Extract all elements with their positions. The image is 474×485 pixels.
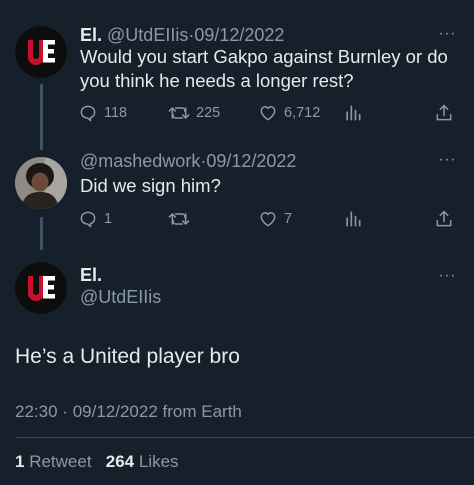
tweet-source: from Earth (162, 402, 242, 421)
more-icon[interactable]: ··· (439, 152, 456, 168)
reply-button[interactable]: 118 (78, 101, 127, 125)
analytics-button[interactable] (344, 207, 362, 231)
likes-stat[interactable]: 264 Likes (106, 452, 179, 471)
avatar-ue-logo[interactable] (15, 262, 67, 314)
separator: · (62, 402, 68, 421)
tweet-meta: 22:30 · 09/12/2022 from Earth (15, 402, 242, 422)
retweet-button[interactable]: 225 (168, 101, 220, 125)
likes-count: 264 (105, 452, 135, 471)
retweet-icon (168, 107, 190, 119)
like-button[interactable]: 7 (258, 207, 292, 231)
retweet-icon (168, 213, 190, 225)
handle[interactable]: @UtdEIIis (80, 287, 161, 308)
tweet-header: El. @UtdEIIis·09/12/2022 (80, 24, 284, 46)
more-icon[interactable]: ··· (439, 268, 456, 284)
share-icon (436, 210, 452, 227)
analytics-icon (346, 211, 361, 227)
handle[interactable]: @mashedwork (80, 151, 200, 171)
tweet-date[interactable]: 09/12/2022 (73, 402, 158, 421)
like-icon (260, 212, 276, 227)
tweet-time[interactable]: 22:30 (15, 402, 58, 421)
like-count: 6,712 (284, 105, 321, 121)
reply-icon (80, 211, 96, 228)
tweet-actions: 1 7 (78, 207, 458, 231)
display-name[interactable]: El. (80, 25, 102, 45)
like-button[interactable]: 6,712 (258, 101, 320, 125)
like-icon (260, 106, 276, 121)
ue-logo-icon (15, 26, 67, 78)
tweet-1[interactable]: El. @UtdEIIis·09/12/2022 ··· Would you s… (0, 0, 474, 150)
more-icon[interactable]: ··· (439, 26, 456, 42)
retweet-button[interactable] (168, 207, 190, 231)
tweet-text-line: Would you start Gakpo against Burnley or… (80, 46, 448, 67)
analytics-icon (346, 105, 361, 121)
reply-count: 118 (104, 105, 128, 121)
display-name[interactable]: El. (80, 265, 102, 286)
reply-count: 1 (104, 211, 113, 227)
reply-icon (80, 105, 96, 122)
like-count: 7 (284, 211, 293, 227)
tweet-date[interactable]: 09/12/2022 (206, 151, 296, 171)
tweet-date[interactable]: 09/12/2022 (194, 25, 284, 45)
tweet-text-line: you think he needs a longer rest? (80, 70, 354, 91)
reply-button[interactable]: 1 (78, 207, 112, 231)
divider (15, 437, 474, 438)
tweet-actions: 118 225 6,712 (78, 101, 458, 125)
share-button[interactable] (434, 207, 454, 231)
tweet-2[interactable]: @mashedwork·09/12/2022 ··· Did we sign h… (0, 150, 474, 250)
retweets-label: Retweet (29, 452, 92, 471)
thread-line (40, 84, 43, 150)
user-photo-icon (15, 157, 67, 209)
share-icon (436, 104, 452, 121)
avatar-user[interactable] (15, 157, 67, 209)
handle[interactable]: @UtdEIIis (107, 25, 188, 45)
thread-line-lower (40, 217, 43, 250)
retweets-stat[interactable]: 1 Retweet (15, 452, 92, 471)
share-button[interactable] (434, 101, 454, 125)
main-tweet-text: He’s a United player bro (15, 345, 240, 368)
retweet-count: 225 (196, 105, 221, 121)
tweet-text: Would you start Gakpo against Burnley or… (80, 45, 460, 93)
avatar-ue-logo[interactable] (15, 26, 67, 78)
ue-logo-icon (15, 262, 67, 314)
tweet-stats: 1 Retweet 264 Likes (15, 452, 179, 472)
retweets-count: 1 (15, 452, 25, 471)
tweet-header: @mashedwork·09/12/2022 (80, 150, 296, 172)
analytics-button[interactable] (344, 101, 362, 125)
tweet-text: Did we sign him? (80, 175, 221, 196)
likes-label: Likes (138, 452, 179, 471)
